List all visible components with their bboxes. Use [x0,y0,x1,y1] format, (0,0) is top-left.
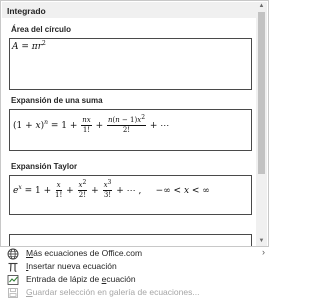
section-title: Integrado [7,6,46,16]
section-header: Integrado [2,2,256,18]
menu-item-label: Guardar selección en galería de ecuacion… [26,287,200,297]
equation-preview: A = πr2 [12,40,46,52]
menu-item-save-to-gallery: Guardar selección en galería de ecuacion… [0,286,269,299]
equation-item-label: Área del círculo [11,25,72,34]
gallery-scroll-area[interactable]: Integrado Área del círculo A = πr2 Expan… [2,2,256,246]
equation-preview: (1 + x)n = 1 + nx 1! + n(n − 1)x2 2! + ⋯ [13,114,170,134]
globe-icon [7,248,19,260]
equation-preview: ex = 1 + x 1! + x2 2! + x3 3! + ⋯ , −∞ < x … [13,179,210,199]
menu-item-label: Insertar nueva ecuación [26,261,117,271]
menu-item-label: Más ecuaciones de Office.com [26,248,143,258]
equation-menu: Más ecuaciones de Office.com › Insertar … [0,247,269,300]
equation-gallery: Integrado Área del círculo A = πr2 Expan… [0,0,269,247]
equation-item-circle-area[interactable]: A = πr2 [9,38,252,90]
equation-item-label: Expansión Taylor [11,162,78,171]
menu-item-more-equations-office[interactable]: Más ecuaciones de Office.com › [0,247,269,260]
save-to-gallery-icon [7,287,19,299]
equation-item-partial[interactable] [9,234,252,246]
menu-item-insert-new-equation[interactable]: Insertar nueva ecuación [0,260,269,273]
equation-item-label: Expansión de una suma [11,96,103,105]
gallery-scrollbar[interactable]: ▲ ▼ [256,2,267,246]
scroll-up-arrow-icon[interactable]: ▲ [256,2,267,11]
ink-equation-icon [7,274,19,286]
menu-item-label: Entrada de lápiz de ecuación [26,274,136,284]
menu-item-ink-equation[interactable]: Entrada de lápiz de ecuación [0,273,269,286]
scroll-down-arrow-icon[interactable]: ▼ [256,237,267,246]
chevron-right-icon: › [262,247,265,257]
scroll-thumb[interactable] [258,12,265,174]
equation-item-taylor-expansion[interactable]: ex = 1 + x 1! + x2 2! + x3 3! + ⋯ , −∞ < x … [9,175,252,215]
equation-item-sum-expansion[interactable]: (1 + x)n = 1 + nx 1! + n(n − 1)x2 2! + ⋯ [9,109,252,151]
pi-icon [7,261,19,273]
